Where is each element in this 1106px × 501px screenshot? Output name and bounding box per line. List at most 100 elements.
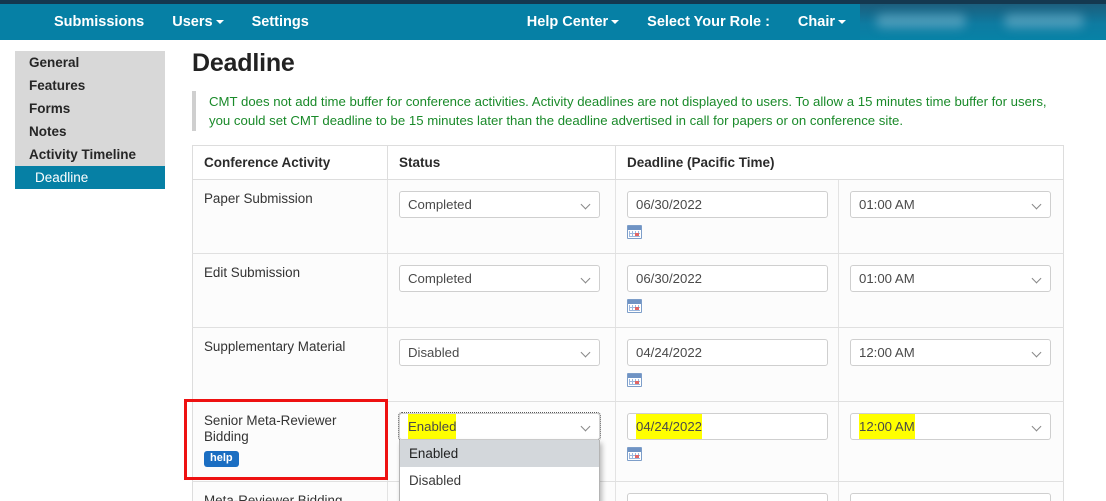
deadline-date-input[interactable]: 04/24/2022 xyxy=(627,413,828,440)
dropdown-option-enabled[interactable]: Enabled xyxy=(400,440,599,467)
calendar-icon[interactable] xyxy=(627,225,642,239)
nav-label-settings: Settings xyxy=(251,14,309,30)
table-header-row: Conference Activity Status Deadline (Pac… xyxy=(192,145,1064,180)
calendar-icon[interactable] xyxy=(627,299,642,313)
info-notice: CMT does not add time buffer for confere… xyxy=(192,91,1052,131)
table-row: Meta-Reviewer Bidding 04/24/2024 xyxy=(192,481,1064,501)
column-header-status: Status xyxy=(387,145,616,180)
status-select[interactable]: Completed xyxy=(399,265,600,292)
column-header-deadline: Deadline (Pacific Time) xyxy=(615,145,1064,180)
dropdown-option-completed[interactable]: Completed xyxy=(400,494,599,501)
sidebar-item-features[interactable]: Features xyxy=(15,74,165,97)
calendar-icon-marker xyxy=(635,233,639,236)
cell-time: 12:00 AM xyxy=(838,327,1064,402)
table-row: Supplementary Material Disabled 04/24/20… xyxy=(192,327,1064,402)
status-select-value: Disabled xyxy=(408,345,460,360)
cell-status: Completed xyxy=(387,253,616,328)
nav-label-role-prompt: Select Your Role : xyxy=(647,14,770,30)
navbar-right-group: Help Center Select Your Role : Chair xyxy=(513,4,1106,40)
deadline-date-input[interactable]: 06/30/2022 xyxy=(627,191,828,218)
deadline-date-input[interactable]: 04/24/2022 xyxy=(627,339,828,366)
deadline-time-value: 12:00 AM xyxy=(859,494,915,501)
page-body: General Features Forms Notes Activity Ti… xyxy=(0,40,1106,501)
status-select[interactable]: Completed xyxy=(399,191,600,218)
nav-label-help-center: Help Center xyxy=(526,14,609,30)
sidebar-item-activity-timeline[interactable]: Activity Timeline xyxy=(15,143,165,166)
main-navbar: Submissions Users Settings Help Center S… xyxy=(0,4,1106,40)
sidebar-item-forms[interactable]: Forms xyxy=(15,97,165,120)
dropdown-option-disabled[interactable]: Disabled xyxy=(400,467,599,494)
cell-date: 04/24/2022 xyxy=(615,401,839,482)
sidebar-item-deadline[interactable]: Deadline xyxy=(15,166,165,189)
deadline-time-value: 12:00 AM xyxy=(859,345,915,360)
table-row-highlighted: Senior Meta-Reviewer Bidding help Enable… xyxy=(192,401,1064,482)
deadline-time-value: 01:00 AM xyxy=(859,271,915,286)
deadline-time-select[interactable]: 01:00 AM xyxy=(850,191,1051,218)
deadline-date-input[interactable]: 04/24/2024 xyxy=(627,493,828,501)
calendar-icon-marker xyxy=(635,307,639,310)
chevron-down-icon xyxy=(1033,423,1041,431)
chevron-down-icon xyxy=(582,349,590,357)
nav-item-settings[interactable]: Settings xyxy=(238,4,323,40)
status-select-value: Enabled xyxy=(408,414,457,439)
nav-item-submissions[interactable]: Submissions xyxy=(40,4,158,40)
nav-item-users[interactable]: Users xyxy=(158,4,237,40)
cell-date: 04/24/2024 xyxy=(615,481,839,501)
settings-sidebar: General Features Forms Notes Activity Ti… xyxy=(15,51,165,189)
deadline-time-select[interactable]: 12:00 AM xyxy=(850,413,1051,440)
chevron-down-icon xyxy=(611,20,620,25)
sidebar-item-notes[interactable]: Notes xyxy=(15,120,165,143)
sidebar-label-notes: Notes xyxy=(29,124,67,139)
deadline-date-value: 06/30/2022 xyxy=(636,197,703,212)
cell-time: 01:00 AM xyxy=(838,179,1064,254)
cell-status: Completed xyxy=(387,179,616,254)
calendar-icon-header xyxy=(628,300,641,304)
page-title: Deadline xyxy=(192,49,295,77)
cell-time: 12:00 AM xyxy=(838,401,1064,482)
chevron-down-icon xyxy=(838,20,846,25)
deadline-table: Conference Activity Status Deadline (Pac… xyxy=(192,145,1064,501)
calendar-icon[interactable] xyxy=(627,447,642,461)
calendar-icon-header xyxy=(628,226,641,230)
calendar-icon[interactable] xyxy=(627,373,642,387)
status-select[interactable]: Disabled xyxy=(399,339,600,366)
chevron-down-icon xyxy=(215,20,224,25)
column-header-conference-activity: Conference Activity xyxy=(192,145,388,180)
deadline-date-value: 04/24/2022 xyxy=(636,414,703,439)
deadline-date-input[interactable]: 06/30/2022 xyxy=(627,265,828,292)
deadline-date-value: 04/24/2022 xyxy=(636,345,703,360)
deadline-time-select[interactable]: 12:00 AM xyxy=(850,493,1051,501)
deadline-time-select[interactable]: 01:00 AM xyxy=(850,265,1051,292)
cell-time: 01:00 AM xyxy=(838,253,1064,328)
activity-label: Senior Meta-Reviewer Bidding xyxy=(204,413,337,444)
calendar-icon-marker xyxy=(635,381,639,384)
calendar-icon-marker xyxy=(635,455,639,458)
nav-item-help-center[interactable]: Help Center xyxy=(513,4,633,40)
deadline-time-value: 12:00 AM xyxy=(859,414,915,439)
cell-activity: Supplementary Material xyxy=(192,327,388,402)
cell-date: 06/30/2022 xyxy=(615,179,839,254)
nav-label-users: Users xyxy=(172,14,213,30)
sidebar-item-general[interactable]: General xyxy=(15,51,165,74)
chevron-down-icon xyxy=(582,275,590,283)
cell-activity: Meta-Reviewer Bidding xyxy=(192,481,388,501)
cell-status: Disabled xyxy=(387,327,616,402)
chevron-down-icon xyxy=(582,201,590,209)
help-badge[interactable]: help xyxy=(204,451,239,467)
sidebar-label-general: General xyxy=(29,55,80,70)
nav-label-chair: Chair xyxy=(797,14,835,30)
activity-label: Paper Submission xyxy=(204,191,313,206)
table-row: Edit Submission Completed 06/30/2022 01:… xyxy=(192,253,1064,328)
nav-item-role-chair[interactable]: Chair xyxy=(784,4,860,40)
redacted-text-block-2 xyxy=(1004,14,1084,28)
deadline-time-select[interactable]: 12:00 AM xyxy=(850,339,1051,366)
status-select-open[interactable]: Enabled xyxy=(398,412,601,441)
redacted-account-area xyxy=(860,4,1106,40)
chevron-down-icon xyxy=(1033,201,1041,209)
status-dropdown-menu[interactable]: Enabled Disabled Completed xyxy=(399,440,600,501)
redacted-text-block-1 xyxy=(876,14,966,28)
cell-activity: Paper Submission xyxy=(192,179,388,254)
calendar-icon-header xyxy=(628,448,641,452)
chevron-down-icon xyxy=(1033,349,1041,357)
calendar-icon-header xyxy=(628,374,641,378)
